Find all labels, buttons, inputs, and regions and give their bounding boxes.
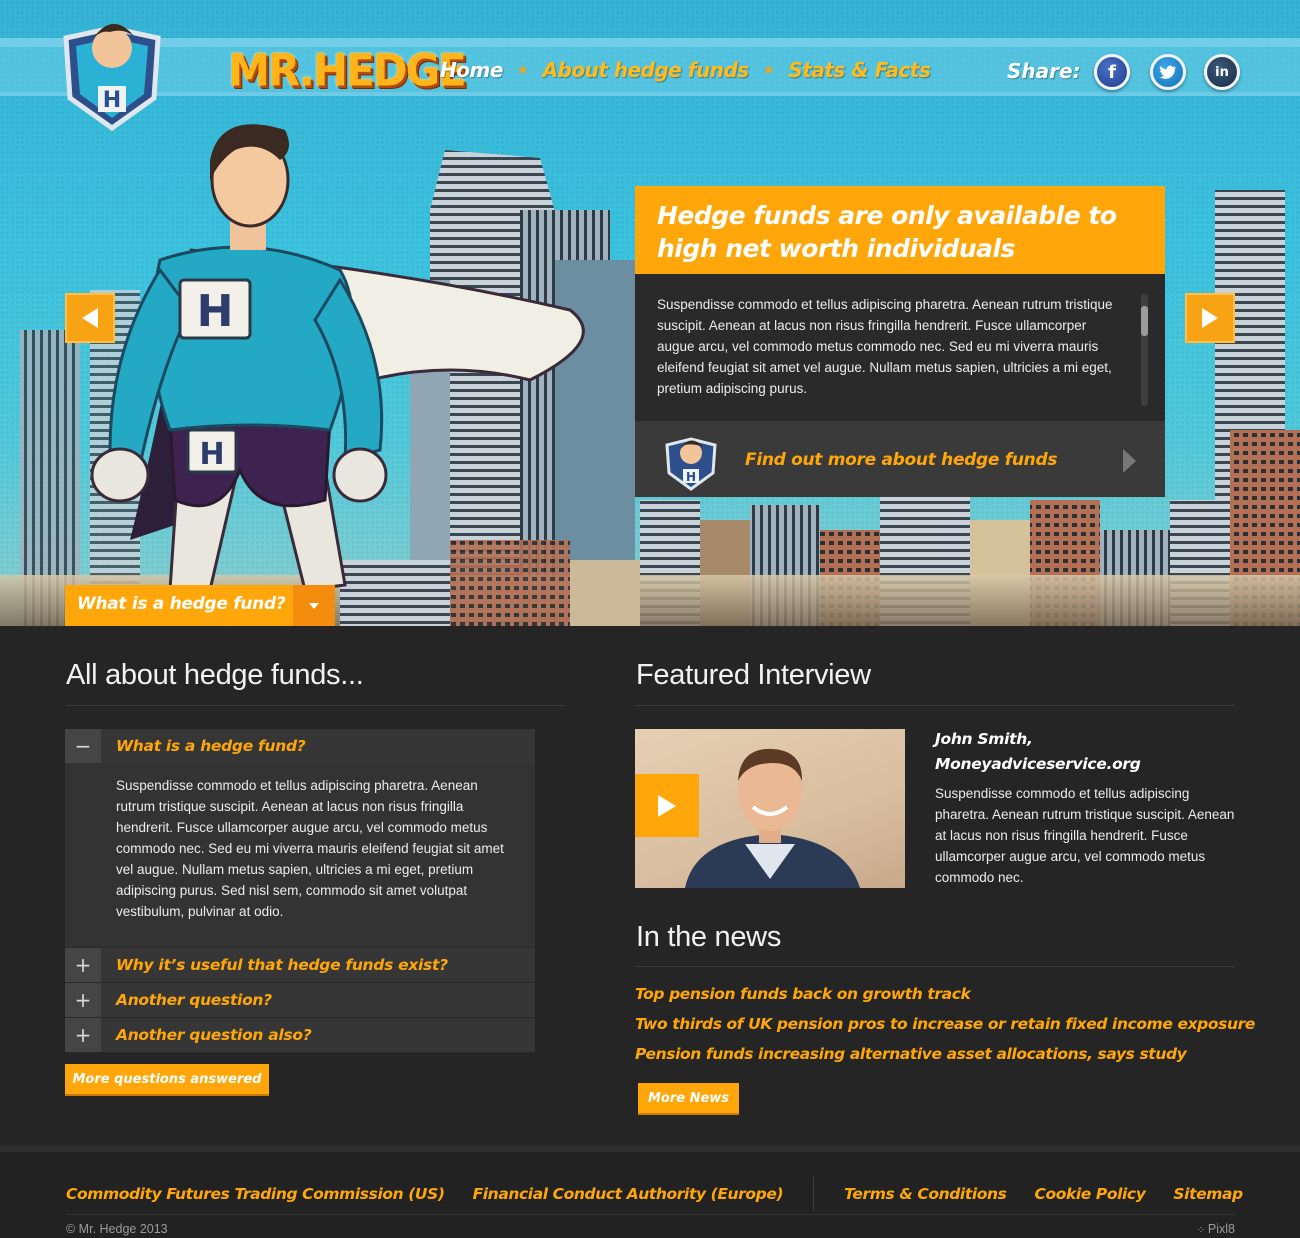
callout-link-row[interactable]: H Find out more about hedge funds — [635, 421, 1165, 497]
nav-link-about-hedge-funds[interactable]: About hedge funds — [543, 58, 750, 82]
interview-summary: Suspendisse commodo et tellus adipiscing… — [935, 786, 1235, 885]
footer-separator — [813, 1177, 815, 1211]
footer-links: Commodity Futures Trading Commission (US… — [66, 1177, 1243, 1211]
accordion-item: + Why it’s useful that hedge funds exist… — [65, 948, 535, 983]
interview-section-title: Featured Interview — [636, 659, 871, 691]
accordion-header[interactable]: + Why it’s useful that hedge funds exist… — [65, 948, 535, 982]
play-button[interactable] — [635, 774, 699, 837]
accordion-question[interactable]: Another question also? — [116, 1026, 312, 1044]
slider-prev-button[interactable] — [65, 293, 115, 343]
footer-link-terms[interactable]: Terms & Conditions — [844, 1185, 1007, 1203]
accordion-item: − What is a hedge fund? Suspendisse comm… — [65, 729, 535, 948]
expand-icon[interactable]: + — [65, 983, 101, 1017]
chevron-right-icon — [1123, 449, 1136, 473]
interview-video-thumbnail[interactable] — [635, 729, 905, 888]
star-separator-icon: ★ — [516, 62, 529, 77]
nav-link-home[interactable]: Home — [440, 58, 503, 82]
dropdown-label: What is a hedge fund? — [77, 594, 286, 614]
news-link[interactable]: Two thirds of UK pension pros to increas… — [635, 1011, 1255, 1041]
news-section-title: In the news — [636, 921, 782, 953]
hero-banner: H MR.HEDGE Home ★ About hedge funds ★ St… — [0, 0, 1300, 626]
news-link[interactable]: Pension funds increasing alternative ass… — [635, 1041, 1255, 1071]
star-separator-icon: ★ — [762, 62, 775, 77]
more-news-button[interactable]: More News — [638, 1083, 739, 1115]
divider — [636, 705, 1235, 706]
share-label: Share: — [1007, 59, 1081, 83]
accordion-item: + Another question also? — [65, 1018, 535, 1053]
footer-link-cookie-policy[interactable]: Cookie Policy — [1034, 1185, 1145, 1203]
arrow-left-icon — [82, 308, 98, 328]
accordion-header[interactable]: + Another question also? — [65, 1018, 535, 1052]
svg-text:H: H — [686, 470, 696, 484]
caret-down-icon — [293, 585, 335, 626]
accordion-header[interactable]: − What is a hedge fund? — [65, 729, 535, 763]
what-is-hedge-fund-dropdown[interactable]: What is a hedge fund? — [65, 585, 335, 626]
callout-body: Suspendisse commodo et tellus adipiscing… — [635, 274, 1165, 421]
svg-text:H: H — [103, 88, 121, 113]
copyright-text: © Mr. Hedge 2013 — [66, 1222, 168, 1236]
superhero-shield-icon: H — [63, 23, 161, 132]
svg-text:H: H — [199, 437, 224, 472]
scrollbar-thumb[interactable] — [1141, 306, 1148, 336]
expand-icon[interactable]: + — [65, 1018, 101, 1052]
footer-link-sitemap[interactable]: Sitemap — [1173, 1185, 1243, 1203]
facebook-share-icon[interactable]: f — [1094, 54, 1130, 90]
play-icon — [658, 794, 676, 817]
accordion-header[interactable]: + Another question? — [65, 983, 535, 1017]
site-footer: Commodity Futures Trading Commission (US… — [0, 1145, 1300, 1238]
mr-hedge-logo[interactable]: H MR.HEDGE — [62, 10, 467, 132]
footer-divider — [66, 1214, 1235, 1215]
faq-accordion: − What is a hedge fund? Suspendisse comm… — [65, 729, 535, 1053]
divider — [66, 705, 564, 706]
mr-hedge-mini-logo-icon: H — [665, 437, 717, 491]
accordion-question[interactable]: Why it’s useful that hedge funds exist? — [116, 956, 448, 974]
designer-credit[interactable]: ⁘ Pixl8 — [1197, 1222, 1235, 1236]
news-link[interactable]: Top pension funds back on growth track — [635, 981, 1255, 1011]
hero-callout: Hedge funds are only available to high n… — [635, 186, 1165, 497]
svg-text:H: H — [197, 286, 234, 337]
more-questions-button[interactable]: More questions answered — [65, 1064, 269, 1096]
find-out-more-link[interactable]: Find out more about hedge funds — [745, 450, 1057, 470]
twitter-bird-icon — [1159, 65, 1176, 79]
accordion-item: + Another question? — [65, 983, 535, 1018]
twitter-share-icon[interactable] — [1150, 54, 1186, 90]
callout-text: Suspendisse commodo et tellus adipiscing… — [657, 297, 1113, 396]
accordion-question[interactable]: What is a hedge fund? — [116, 737, 306, 755]
main-nav: Home ★ About hedge funds ★ Stats & Facts — [440, 58, 931, 82]
slider-next-button[interactable] — [1185, 293, 1235, 343]
collapse-icon[interactable]: − — [65, 729, 101, 763]
interviewee-name: John Smith, Moneyadviceservice.org — [935, 730, 1141, 773]
footer-link-fca[interactable]: Financial Conduct Authority (Europe) — [473, 1185, 784, 1203]
faq-section-title: All about hedge funds... — [66, 659, 364, 691]
arrow-right-icon — [1202, 308, 1218, 328]
pixl8-logo-icon: ⁘ — [1196, 1225, 1208, 1236]
accordion-answer: Suspendisse commodo et tellus adipiscing… — [65, 763, 535, 947]
linkedin-share-icon[interactable]: in — [1204, 54, 1240, 90]
brand-wordmark: MR.HEDGE — [228, 44, 467, 97]
news-list: Top pension funds back on growth track T… — [635, 981, 1255, 1071]
callout-title: Hedge funds are only available to high n… — [635, 186, 1165, 274]
callout-scrollbar[interactable] — [1141, 294, 1148, 406]
expand-icon[interactable]: + — [65, 948, 101, 982]
footer-link-cftc[interactable]: Commodity Futures Trading Commission (US… — [66, 1185, 445, 1203]
divider — [636, 966, 1235, 967]
accordion-question[interactable]: Another question? — [116, 991, 272, 1009]
mr-hedge-superhero-illustration: H H — [90, 124, 585, 592]
nav-link-stats-facts[interactable]: Stats & Facts — [788, 58, 930, 82]
